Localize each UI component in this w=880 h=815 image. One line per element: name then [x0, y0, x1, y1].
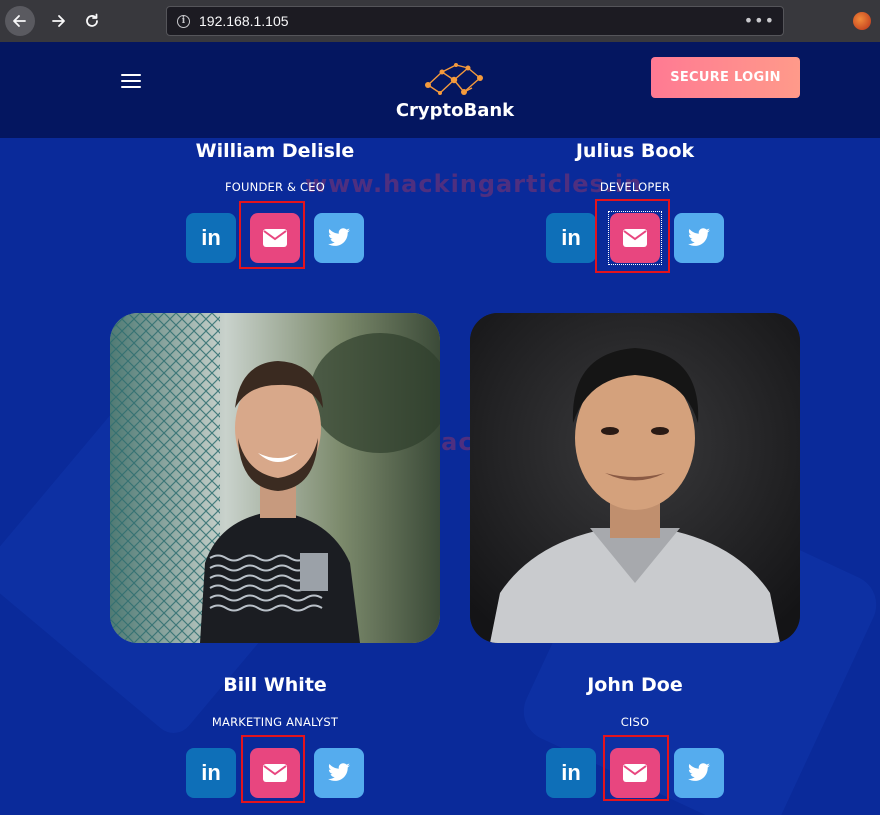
info-icon[interactable]: i	[177, 14, 190, 28]
linkedin-icon: in	[561, 760, 581, 785]
twitter-button[interactable]	[674, 213, 724, 263]
member-photo	[470, 313, 800, 643]
member-name: Julius Book	[575, 140, 695, 162]
member-role: MARKETING ANALYST	[211, 715, 339, 729]
linkedin-icon: in	[201, 225, 221, 250]
linkedin-button[interactable]: in	[186, 748, 236, 798]
member-name: Bill White	[223, 674, 327, 696]
twitter-button[interactable]	[314, 748, 364, 798]
twitter-bird-icon	[688, 228, 710, 246]
logo-text: CryptoBank	[395, 100, 515, 121]
twitter-bird-icon	[328, 763, 350, 781]
linkedin-icon: in	[561, 225, 581, 250]
twitter-bird-icon	[688, 763, 710, 781]
linkedin-button[interactable]: in	[546, 748, 596, 798]
forward-arrow-icon[interactable]	[43, 6, 73, 36]
page-actions-menu-icon[interactable]: •••	[744, 11, 775, 30]
linkedin-icon: in	[201, 760, 221, 785]
extension-icon[interactable]	[853, 12, 871, 30]
twitter-bird-icon	[328, 228, 350, 246]
network-nodes-icon	[425, 63, 483, 95]
person-photo-illustration	[470, 313, 800, 643]
highlight-box	[241, 735, 305, 803]
team-section: www.hackingarticles.in www.hackingarticl…	[0, 138, 880, 815]
highlight-box	[603, 735, 669, 801]
cryptobank-logo[interactable]: CryptoBank	[390, 60, 520, 126]
highlight-box	[595, 199, 670, 273]
member-role: FOUNDER & CEO	[224, 180, 326, 194]
hamburger-menu-icon[interactable]	[121, 74, 141, 88]
member-name: William Delisle	[195, 140, 355, 162]
member-photo	[110, 313, 440, 643]
twitter-button[interactable]	[674, 748, 724, 798]
secure-login-button[interactable]: SECURE LOGIN	[651, 57, 800, 98]
twitter-button[interactable]	[314, 213, 364, 263]
member-role: DEVELOPER	[599, 180, 671, 194]
person-photo-illustration	[110, 313, 440, 643]
member-role: CISO	[620, 715, 650, 729]
url-text: 192.168.1.105	[199, 13, 289, 29]
reload-icon[interactable]	[77, 6, 107, 36]
address-bar[interactable]: i 192.168.1.105 •••	[166, 6, 784, 36]
member-name: John Doe	[587, 674, 683, 696]
browser-toolbar: i 192.168.1.105 •••	[0, 0, 880, 42]
highlight-box	[239, 201, 305, 269]
linkedin-button[interactable]: in	[546, 213, 596, 263]
site-header: CryptoBank SECURE LOGIN	[0, 42, 880, 138]
back-arrow-icon[interactable]	[5, 6, 35, 36]
linkedin-button[interactable]: in	[186, 213, 236, 263]
